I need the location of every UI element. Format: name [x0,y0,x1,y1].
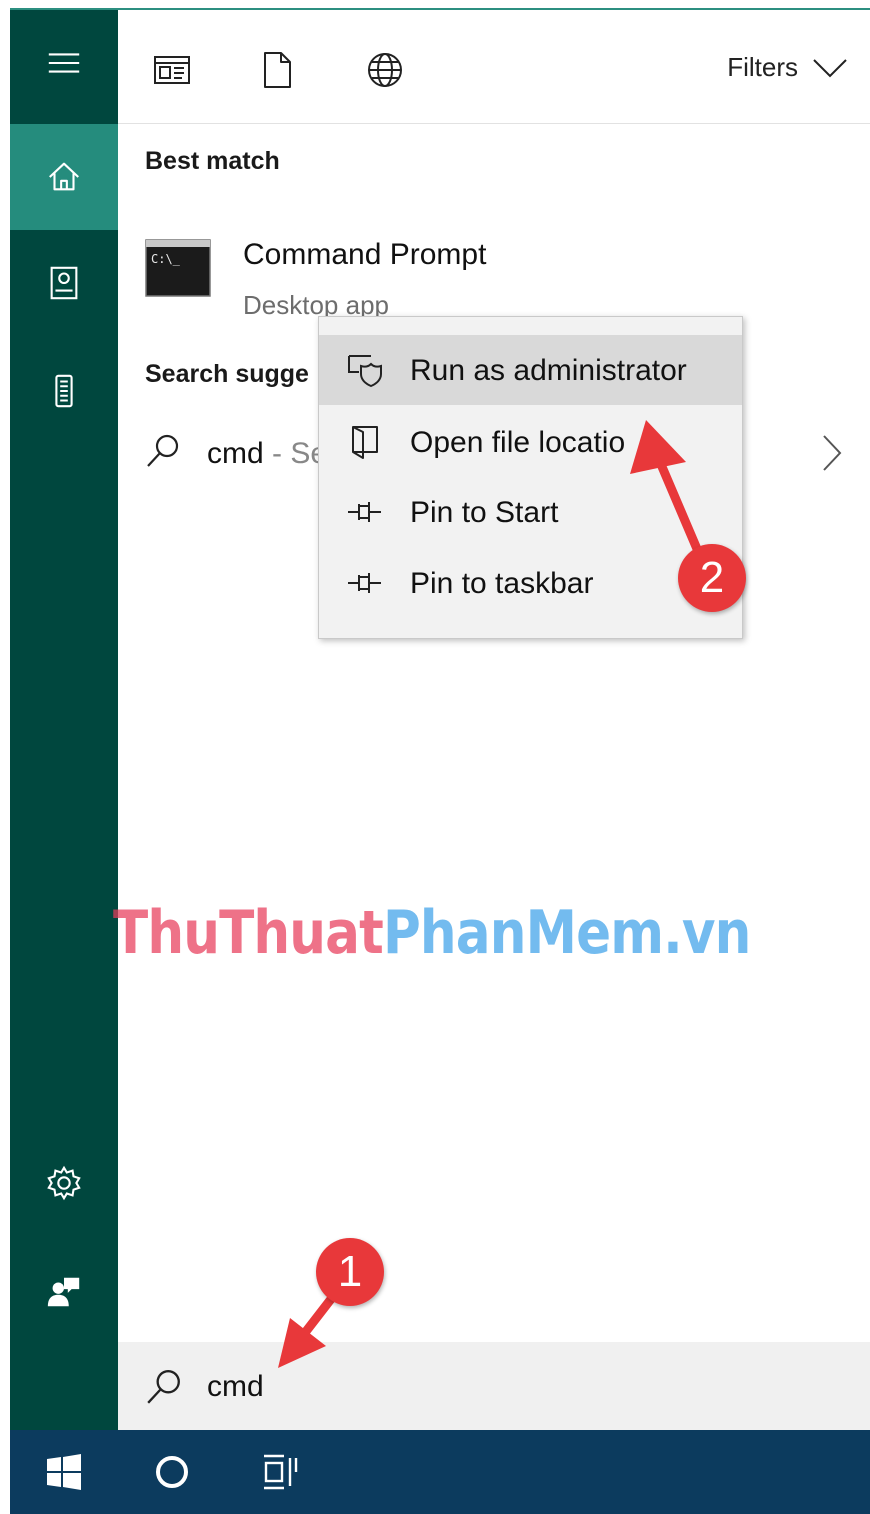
filters-dropdown[interactable]: Filters [727,52,848,83]
search-icon [147,434,179,467]
apps-icon [154,56,190,84]
feedback-icon [47,1277,80,1307]
settings-button[interactable] [10,1130,118,1236]
results-panel: Filters Best match C:\_ Command Prompt D… [118,10,870,1342]
task-view-button[interactable] [226,1430,334,1514]
cmd-icon-text: C:\_ [151,252,181,266]
left-rail [10,10,118,1430]
web-filter-button[interactable] [363,48,407,92]
step-2-badge: 2 [678,544,746,612]
start-menu-window: Filters Best match C:\_ Command Prompt D… [0,0,870,1514]
feedback-button[interactable] [10,1238,118,1344]
home-button[interactable] [10,124,118,230]
pin-to-start-label: Pin to Start [410,496,559,529]
search-input[interactable]: cmd [207,1370,264,1404]
step-1-badge: 1 [316,1238,384,1306]
watermark-part1: ThuThuat [113,898,384,968]
cortana-button[interactable] [118,1430,226,1514]
open-file-location-item[interactable]: Open file locatio [319,407,742,477]
open-file-location-label: Open file locatio [410,426,626,459]
admin-shield-icon [348,355,382,388]
search-suggestions-heading: Search sugge [145,360,309,388]
notebook-button[interactable] [10,230,118,336]
window-edge [0,0,10,1430]
command-prompt-icon: C:\_ [145,239,211,297]
documents-filter-button[interactable] [255,48,299,92]
folder-location-icon [352,426,378,459]
windows-start-icon [47,1454,81,1490]
watermark-part2: PhanMem.vn [382,898,751,968]
documents-icon [264,52,291,88]
watermark: ThuThuatPhanMem.vn [113,898,751,968]
best-match-heading: Best match [145,147,280,175]
home-icon [49,162,79,191]
settings-icon [47,1165,81,1201]
web-icon [368,53,402,87]
suggestion-query: cmd [207,437,264,470]
search-box[interactable]: cmd [118,1342,870,1430]
menu-button[interactable] [10,10,118,116]
pin-to-taskbar-label: Pin to taskbar [410,567,594,600]
chevron-right-icon[interactable] [816,433,846,473]
search-icon [147,1370,180,1404]
cortana-circle-icon [156,1456,188,1488]
filter-toolbar: Filters [118,10,870,124]
best-match-result[interactable]: C:\_ Command Prompt Desktop app [118,220,870,330]
app-name: Command Prompt [243,238,487,271]
run-as-administrator-label: Run as administrator [410,354,687,387]
pin-icon [348,573,381,593]
devices-button[interactable] [10,338,118,444]
chevron-down-icon [813,58,847,77]
start-button[interactable] [10,1430,118,1514]
pin-to-start-item[interactable]: Pin to Start [319,477,742,547]
taskbar [10,1430,870,1514]
menu-icon [48,53,80,73]
filters-label: Filters [727,52,798,82]
run-as-administrator-item[interactable]: Run as administrator [319,335,742,405]
apps-filter-button[interactable] [150,48,194,92]
context-menu: Run as administrator Open file locatio P… [318,316,743,639]
suggestion-text: cmd - Se [207,437,327,471]
pin-icon [348,502,381,522]
devices-icon [55,374,73,408]
notebook-icon [50,266,78,300]
task-view-icon [264,1454,298,1490]
